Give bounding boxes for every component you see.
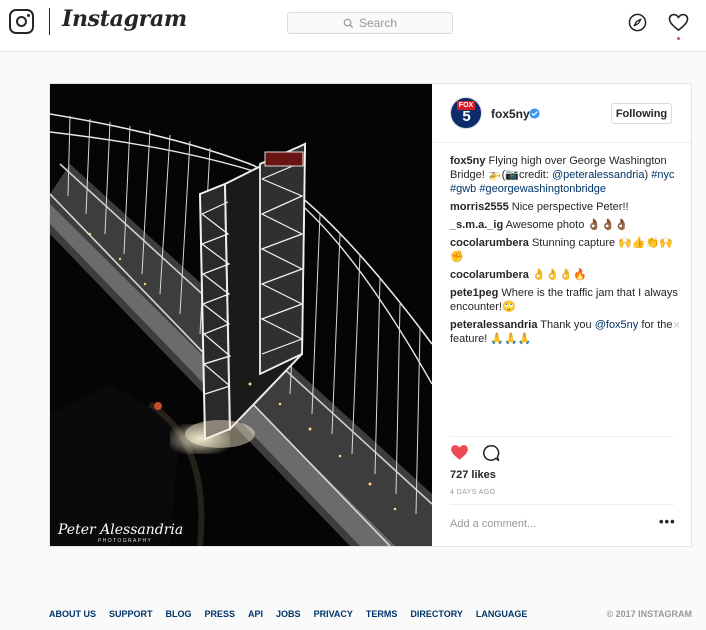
caption-username[interactable]: fox5ny — [450, 155, 485, 167]
comment-text: Nice perspective Peter!! — [511, 201, 629, 213]
comment-text-before: Thank you — [540, 319, 595, 331]
post-sidebar: FOX 5 fox5ny Following fox5ny Flying hig… — [433, 84, 691, 546]
comment-username[interactable]: _s.m.a._ig — [450, 219, 503, 231]
avatar-five-text: 5 — [462, 108, 471, 125]
post-timestamp[interactable]: 4 DAYS AGO — [450, 489, 496, 496]
author-username[interactable]: fox5ny — [491, 107, 530, 121]
comment-item: peteralessandria Thank you @fox5ny for t… — [450, 318, 680, 346]
footer-link-support[interactable]: SUPPORT — [109, 609, 153, 619]
comment-icon[interactable] — [482, 444, 500, 462]
footer-link-press[interactable]: PRESS — [205, 609, 236, 619]
comment-username[interactable]: morris2555 — [450, 201, 509, 213]
post-photo[interactable]: Peter Alessandria PHOTOGRAPHY — [50, 84, 432, 546]
comments-list: fox5ny Flying high over George Washingto… — [450, 154, 680, 350]
divider — [450, 436, 674, 437]
footer-link-terms[interactable]: TERMS — [366, 609, 398, 619]
caption: fox5ny Flying high over George Washingto… — [450, 154, 680, 196]
footer: ABOUT US SUPPORT BLOG PRESS API JOBS PRIVACY TE… — [49, 609, 692, 619]
comment-item: cocolarumbera 👌👌👌🔥 — [450, 268, 680, 282]
search-box[interactable]: Search — [287, 12, 453, 34]
delete-comment-icon[interactable]: × — [673, 318, 680, 332]
notification-dot — [677, 37, 680, 40]
following-button[interactable]: Following — [611, 103, 672, 124]
logo-divider — [49, 8, 50, 35]
copyright: © 2017 INSTAGRAM — [606, 609, 692, 619]
comment-username[interactable]: pete1peg — [450, 287, 498, 299]
avatar[interactable]: FOX 5 — [450, 97, 482, 129]
watermark-subtitle: PHOTOGRAPHY — [98, 538, 153, 544]
add-comment-input[interactable] — [450, 518, 650, 530]
comment-item: _s.m.a._ig Awesome photo 👌🏾👌🏾👌🏾 — [450, 218, 680, 232]
liked-heart-icon[interactable] — [450, 444, 469, 461]
footer-link-about[interactable]: ABOUT US — [49, 609, 96, 619]
activity-heart-icon[interactable] — [668, 13, 689, 32]
likes-count[interactable]: 727 likes — [450, 469, 496, 481]
footer-link-language[interactable]: LANGUAGE — [476, 609, 528, 619]
photographer-watermark: Peter Alessandria — [58, 522, 184, 538]
comment-text: Awesome photo 👌🏾👌🏾👌🏾 — [505, 219, 629, 231]
comment-item: cocolarumbera Stunning capture 🙌👍👏🙌✊ — [450, 236, 680, 264]
instagram-logo-icon[interactable] — [9, 9, 34, 34]
footer-link-api[interactable]: API — [248, 609, 263, 619]
comment-item: morris2555 Nice perspective Peter!! — [450, 200, 680, 214]
search-icon — [343, 18, 354, 28]
more-options-icon[interactable]: ••• — [659, 514, 676, 529]
footer-link-directory[interactable]: DIRECTORY — [410, 609, 463, 619]
divider — [450, 504, 674, 505]
post-card: Peter Alessandria PHOTOGRAPHY FOX 5 fox5… — [49, 83, 692, 547]
compass-icon[interactable] — [628, 13, 647, 32]
comment-username[interactable]: cocolarumbera — [450, 237, 529, 249]
comment-text: 👌👌👌🔥 — [531, 269, 587, 281]
top-navigation-bar: Instagram Search — [0, 0, 706, 52]
comment-item: pete1peg Where is the traffic jam that I… — [450, 286, 680, 314]
footer-link-jobs[interactable]: JOBS — [276, 609, 301, 619]
footer-link-privacy[interactable]: PRIVACY — [314, 609, 353, 619]
instagram-wordmark[interactable]: Instagram — [62, 6, 187, 32]
search-placeholder: Search — [358, 16, 398, 30]
bridge-photo-illustration — [50, 84, 432, 546]
verified-badge-icon — [529, 108, 540, 119]
comment-mention[interactable]: @fox5ny — [595, 319, 639, 331]
comment-username[interactable]: peteralessandria — [450, 319, 537, 331]
post-header: FOX 5 fox5ny Following — [433, 84, 691, 143]
caption-mention[interactable]: @peteralessandria — [552, 169, 645, 181]
comment-username[interactable]: cocolarumbera — [450, 269, 529, 281]
footer-link-blog[interactable]: BLOG — [166, 609, 192, 619]
